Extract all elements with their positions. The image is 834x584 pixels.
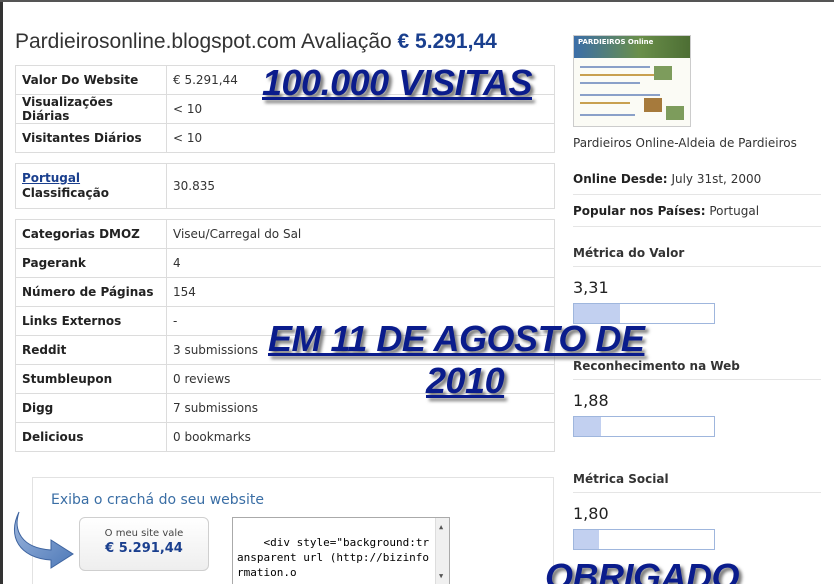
valuation-label: Avaliação — [301, 30, 392, 53]
badge-caption: O meu site vale — [104, 528, 184, 539]
row-label: Pagerank — [15, 248, 167, 278]
web-recognition-bar — [573, 416, 715, 437]
table-row: Categorias DMOZ Viseu/Carregal do Sal — [15, 219, 555, 249]
thumbnail-line — [580, 66, 650, 68]
table-row: Número de Páginas 154 — [15, 277, 555, 307]
web-recognition-number: 1,88 — [573, 391, 609, 410]
badge-panel: Exiba o crachá do seu website O meu site… — [14, 477, 554, 584]
thumbnail-picture — [654, 66, 672, 80]
row-value: < 10 — [166, 123, 555, 153]
valuation-price: € 5.291,44 — [397, 30, 497, 53]
site-name: Pardieirosonline.blogspot.com — [15, 30, 297, 53]
online-since-value: July 31st, 2000 — [671, 172, 762, 186]
date-overlay-text: EM 11 DE AGOSTO DE — [268, 318, 645, 359]
embed-code-text: <div style="background:transparent url (… — [237, 536, 430, 579]
visits-overlay-text: 100.000 VISITAS — [262, 62, 533, 103]
thumbnail-picture — [666, 106, 684, 120]
rank-table: Portugal Classificação 30.835 — [15, 163, 555, 209]
row-value: Viseu/Carregal do Sal — [166, 219, 555, 249]
site-description: Pardieiros Online-Aldeia de Pardieiros — [573, 136, 797, 150]
thanks-overlay-text: OBRIGADO — [545, 556, 740, 584]
rank-label-cell: Portugal Classificação — [15, 163, 167, 209]
row-label: Visualizações Diárias — [15, 94, 167, 124]
row-value: 4 — [166, 248, 555, 278]
site-thumbnail[interactable]: PARDIEIROS Online — [573, 35, 691, 127]
row-value: 0 bookmarks — [166, 422, 555, 452]
thumbnail-logo: PARDIEIROS Online — [578, 38, 654, 46]
popular-countries-label: Popular nos Países: — [573, 204, 706, 218]
online-since-row: Online Desde: July 31st, 2000 — [573, 172, 821, 195]
row-label: Stumbleupon — [15, 364, 167, 394]
thumbnail-line — [580, 94, 660, 96]
table-row: Portugal Classificação 30.835 — [15, 163, 555, 209]
year-overlay-text: 2010 — [426, 360, 505, 401]
web-recognition-fill — [574, 417, 601, 436]
rank-label: Classificação — [22, 186, 109, 200]
row-value: 154 — [166, 277, 555, 307]
badge-title: Exiba o crachá do seu website — [51, 492, 264, 508]
popular-countries-value: Portugal — [709, 204, 760, 218]
window-top-border — [0, 0, 834, 2]
social-metric-number: 1,80 — [573, 504, 609, 523]
country-link[interactable]: Portugal — [22, 171, 80, 185]
table-row: Pagerank 4 — [15, 248, 555, 278]
metric-value-heading: Métrica do Valor — [573, 246, 821, 267]
thumbnail-line — [580, 102, 630, 104]
row-label: Links Externos — [15, 306, 167, 336]
rank-value: 30.835 — [166, 163, 555, 209]
row-label: Reddit — [15, 335, 167, 365]
embed-code-textarea[interactable]: <div style="background:transparent url (… — [232, 517, 450, 584]
row-label: Número de Páginas — [15, 277, 167, 307]
site-value-badge[interactable]: O meu site vale € 5.291,44 — [79, 517, 209, 571]
row-label: Categorias DMOZ — [15, 219, 167, 249]
scroll-up-icon[interactable]: ▲ — [439, 520, 443, 535]
social-metric-bar — [573, 529, 715, 550]
table-row: Delicious 0 bookmarks — [15, 422, 555, 452]
row-label: Visitantes Diários — [15, 123, 167, 153]
row-label: Valor Do Website — [15, 65, 167, 95]
curved-arrow-icon — [14, 511, 74, 569]
metric-value-number: 3,31 — [573, 278, 609, 297]
thumbnail-picture — [644, 98, 662, 112]
thumbnail-line — [580, 114, 635, 116]
online-since-label: Online Desde: — [573, 172, 668, 186]
badge-price: € 5.291,44 — [105, 541, 183, 556]
table-row: Visitantes Diários < 10 — [15, 123, 555, 153]
social-metric-fill — [574, 530, 600, 549]
row-label: Delicious — [15, 422, 167, 452]
code-scrollbar[interactable]: ▲ ▼ — [435, 518, 449, 584]
thumbnail-line — [580, 82, 640, 84]
scroll-down-icon[interactable]: ▼ — [439, 569, 443, 584]
page-title: Pardieirosonline.blogspot.com Avaliação … — [15, 30, 497, 54]
popular-countries-row: Popular nos Países: Portugal — [573, 204, 821, 227]
web-recognition-heading: Reconhecimento na Web — [573, 359, 821, 380]
social-metric-heading: Métrica Social — [573, 472, 821, 493]
window-left-border — [0, 0, 3, 584]
row-label: Digg — [15, 393, 167, 423]
